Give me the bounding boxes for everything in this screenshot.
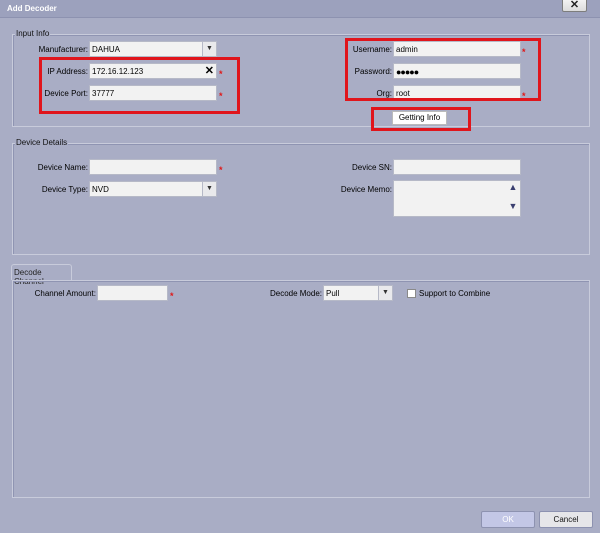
required-marker: * — [170, 291, 174, 301]
decode-mode-select[interactable]: Pull ▼ — [323, 285, 393, 301]
scroll-up-icon[interactable]: ▲ — [507, 182, 519, 196]
ok-button[interactable]: OK — [481, 511, 535, 528]
tab-decode-channel[interactable]: Decode Channel — [11, 264, 72, 286]
decode-channel-panel — [12, 280, 590, 498]
manufacturer-label: Manufacturer: — [38, 45, 88, 54]
device-memo-textarea[interactable]: ▲ ▼ — [393, 180, 521, 217]
decode-mode-label: Decode Mode: — [269, 289, 322, 298]
manufacturer-value: DAHUA — [92, 45, 121, 54]
highlight-box-ip-port — [39, 57, 240, 114]
decode-mode-value: Pull — [326, 289, 340, 298]
chevron-down-icon[interactable]: ▼ — [378, 286, 392, 300]
close-icon: ✕ — [569, 0, 580, 11]
channel-amount-label: Channel Amount: — [34, 289, 96, 298]
input-info-legend: Input Info — [15, 29, 51, 38]
cancel-button[interactable]: Cancel — [539, 511, 593, 528]
highlight-box-getting-info — [371, 107, 471, 131]
device-name-field[interactable] — [89, 159, 217, 175]
device-type-select[interactable]: NVD ▼ — [89, 181, 217, 197]
device-memo-label: Device Memo: — [340, 185, 392, 194]
chevron-down-icon[interactable]: ▼ — [202, 42, 216, 56]
highlight-box-credentials — [345, 38, 541, 101]
chevron-down-icon[interactable]: ▼ — [202, 182, 216, 196]
device-name-label: Device Name: — [37, 163, 88, 172]
device-sn-field[interactable] — [393, 159, 521, 175]
required-marker: * — [219, 165, 223, 175]
channel-amount-field[interactable] — [97, 285, 168, 301]
close-button[interactable]: ✕ — [562, 0, 587, 12]
scroll-down-icon[interactable]: ▼ — [507, 201, 519, 215]
support-to-combine-checkbox[interactable] — [407, 289, 416, 298]
title-bar: Add Decoder ✕ — [0, 0, 600, 18]
device-sn-label: Device SN: — [351, 163, 392, 172]
device-details-legend: Device Details — [15, 138, 69, 147]
device-type-value: NVD — [92, 185, 109, 194]
support-to-combine-label: Support to Combine — [419, 289, 491, 298]
device-type-label: Device Type: — [41, 185, 88, 194]
manufacturer-select[interactable]: DAHUA ▼ — [89, 41, 217, 57]
window-title: Add Decoder — [7, 4, 57, 13]
